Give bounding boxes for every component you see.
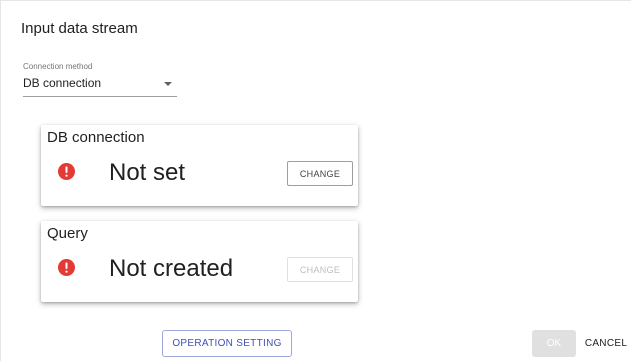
change-query-button: CHANGE — [287, 257, 353, 282]
query-card: Query Not created CHANGE — [41, 221, 358, 302]
connection-method-value: DB connection — [23, 76, 102, 90]
ok-button: OK — [532, 330, 576, 357]
cancel-button[interactable]: CANCEL — [583, 330, 629, 357]
dialog-title: Input data stream — [21, 20, 138, 37]
connection-method-select[interactable]: Connection method DB connection — [23, 62, 177, 97]
error-icon — [58, 259, 75, 276]
change-db-connection-button[interactable]: CHANGE — [287, 161, 353, 186]
db-connection-card-title: DB connection — [47, 129, 145, 146]
query-card-title: Query — [47, 225, 88, 242]
input-data-stream-dialog: Input data stream Connection method DB c… — [0, 0, 631, 361]
connection-method-label: Connection method — [23, 62, 93, 71]
db-connection-status: Not set — [109, 159, 186, 186]
operation-setting-button[interactable]: OPERATION SETTING — [162, 330, 292, 357]
query-status: Not created — [109, 255, 234, 282]
dropdown-arrow-icon[interactable] — [164, 82, 172, 86]
db-connection-card: DB connection Not set CHANGE — [41, 125, 358, 206]
error-icon — [58, 163, 75, 180]
